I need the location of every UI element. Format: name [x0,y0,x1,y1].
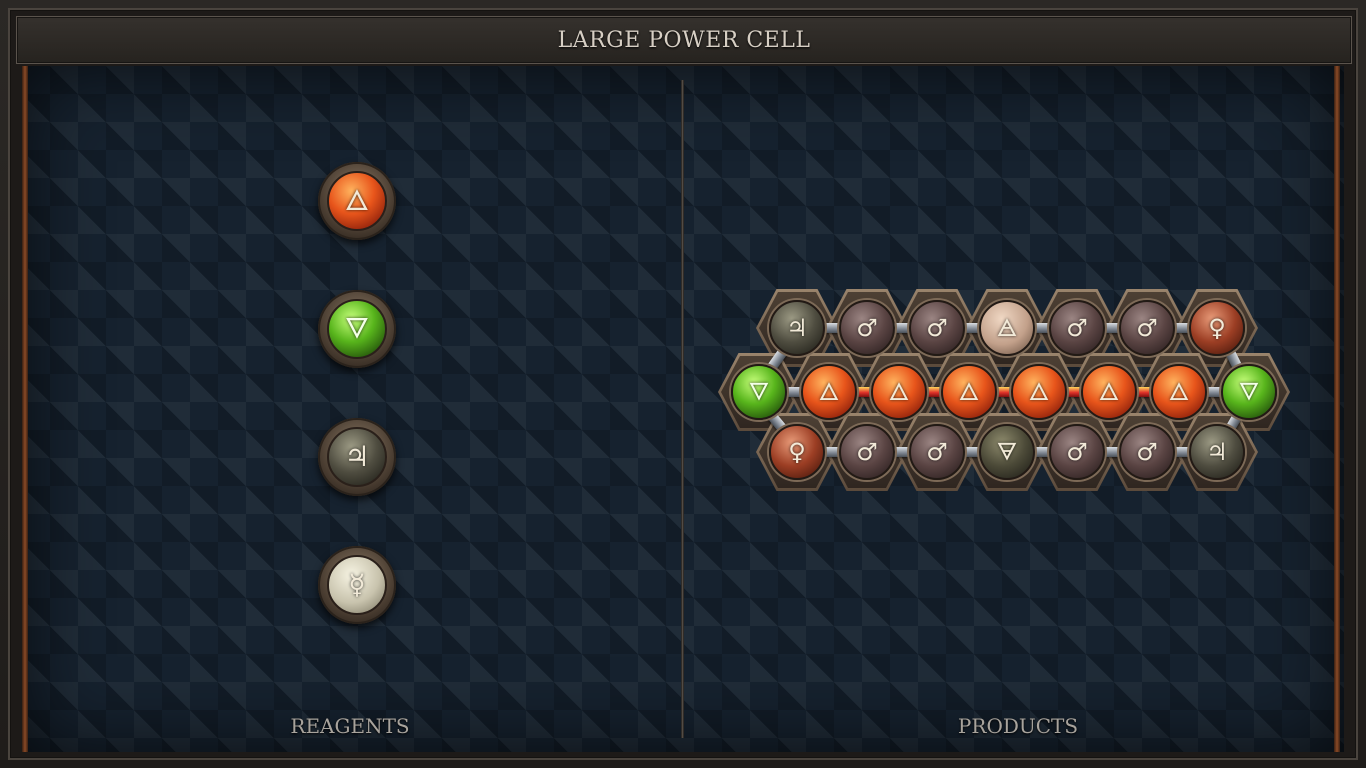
product-glyph: 🜂 [958,378,980,406]
product-glyph: ♂ [1066,314,1088,342]
section-divider [681,80,684,738]
tin-element-icon: ♃ [327,427,387,487]
fire-element-icon: 🜂 [327,171,387,231]
iron-element-icon: ♂ [1049,424,1105,480]
product-glyph: 🜁 [996,314,1018,342]
product-glyph: ♂ [1136,314,1158,342]
product-glyph: ♀ [788,438,806,466]
product-glyph: ♂ [926,314,948,342]
product-glyph: ♂ [1066,438,1088,466]
product-glyph: ♃ [786,314,808,342]
right-copper-rail [1334,66,1340,752]
iron-element-icon: ♂ [909,424,965,480]
tin-element-icon: ♃ [1189,424,1245,480]
tin-element-icon: ♃ [769,300,825,356]
reagent-glyph: 🜄 [344,312,370,345]
product-glyph: 🜂 [1028,378,1050,406]
product-glyph: ♂ [926,438,948,466]
earth-element-icon: 🜁 [979,300,1035,356]
water-element-icon: 🜄 [731,364,787,420]
title-bar: LARGE POWER CELL [16,16,1352,64]
fire-element-icon: 🜂 [1011,364,1067,420]
iron-element-icon: ♂ [1049,300,1105,356]
reagents-label: REAGENTS [290,714,410,738]
reagent-glyph: ☿ [348,568,366,601]
iron-element-icon: ♂ [839,300,895,356]
copper-element-icon: ♀ [769,424,825,480]
copper-element-icon: ♀ [1189,300,1245,356]
iron-element-icon: ♂ [1119,424,1175,480]
product-glyph: 🜄 [748,378,770,406]
product-glyph: ♂ [1136,438,1158,466]
reagent-socket-quicksilver[interactable]: ☿ [318,546,396,624]
iron-element-icon: ♂ [909,300,965,356]
page-title: LARGE POWER CELL [557,27,811,53]
reagent-glyph: ♃ [344,440,370,473]
fire-element-icon: 🜂 [871,364,927,420]
fire-element-icon: 🜂 [1151,364,1207,420]
product-glyph: ♂ [856,314,878,342]
product-glyph: ♃ [1206,438,1228,466]
fire-element-icon: 🜂 [1081,364,1137,420]
reagent-glyph: 🜂 [344,184,370,217]
reagent-socket-water[interactable]: 🜄 [318,290,396,368]
lead-element-icon: 🜃 [979,424,1035,480]
iron-element-icon: ♂ [1119,300,1175,356]
reagent-socket-tin[interactable]: ♃ [318,418,396,496]
product-glyph: 🜂 [818,378,840,406]
product-glyph: ♂ [856,438,878,466]
water-element-icon: 🜄 [327,299,387,359]
reagent-socket-fire[interactable]: 🜂 [318,162,396,240]
product-glyph: 🜂 [1168,378,1190,406]
product-glyph: ♀ [1208,314,1226,342]
products-label: PRODUCTS [957,714,1079,738]
quicksilver-element-icon: ☿ [327,555,387,615]
product-glyph: 🜂 [888,378,910,406]
iron-element-icon: ♂ [839,424,895,480]
product-glyph: 🜃 [996,438,1018,466]
fire-element-icon: 🜂 [801,364,857,420]
water-element-icon: 🜄 [1221,364,1277,420]
fire-element-icon: 🜂 [941,364,997,420]
product-glyph: 🜄 [1238,378,1260,406]
left-copper-rail [22,66,28,752]
product-glyph: 🜂 [1098,378,1120,406]
